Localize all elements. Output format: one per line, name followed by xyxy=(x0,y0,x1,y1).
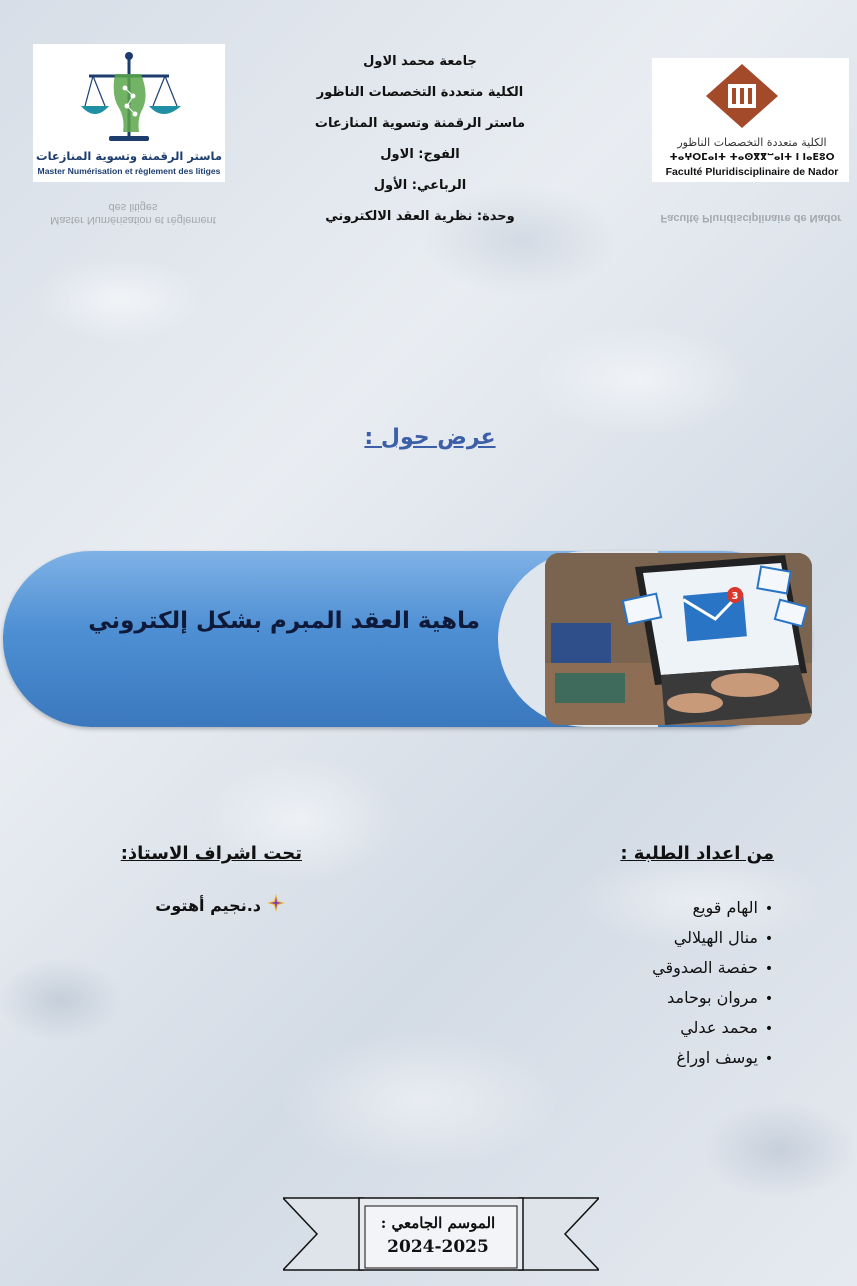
bullet-icon: • xyxy=(764,991,774,1007)
presentation-label: عرض حول : xyxy=(364,425,496,450)
header-master: ماستر الرقمنة وتسوية المنازعات xyxy=(314,116,526,131)
header-university: جامعة محمد الاول xyxy=(363,54,477,69)
four-point-star-icon xyxy=(267,893,285,920)
student-name: منال الهيلالي xyxy=(673,928,758,947)
master-program-logo: ماستر الرقمنة وتسوية المنازعات Master Nu… xyxy=(33,44,225,182)
logo-right-title-fr: Faculté Pluridisciplinaire de Nador xyxy=(666,166,839,178)
bullet-icon: • xyxy=(764,1051,774,1067)
list-item: • الهام قويع xyxy=(560,893,780,923)
list-item: • حفصة الصدوقي xyxy=(560,953,780,983)
students-list: • الهام قويع • منال الهيلالي • حفصة الصدوقي… xyxy=(560,893,780,1073)
laptop-icon: 3 xyxy=(545,553,812,725)
student-name: حفصة الصدوقي xyxy=(652,958,758,977)
student-name: يوسف اوراغ xyxy=(676,1048,758,1067)
email-laptop-photo: 3 xyxy=(545,553,812,725)
logo-left-title-ar: ماستر الرقمنة وتسوية المنازعات xyxy=(36,149,222,164)
bullet-icon: • xyxy=(764,1021,774,1037)
list-item: • منال الهيلالي xyxy=(560,923,780,953)
header-semester: الرباعي: الأول xyxy=(373,178,467,193)
faculty-emblem-icon: الكلية متعددة التخصصات الناظور ⵜⴰⵖⵔⵎⴰⵏⵜ … xyxy=(666,64,839,178)
season-years: 2024-2025 xyxy=(387,1237,489,1257)
logo-left-reflection-text: Master Numérisation et règlement des lit… xyxy=(50,201,216,226)
academic-season: الموسم الجامعي : 2024-2025 xyxy=(365,1206,511,1272)
logo-right-reflection-text: Faculté Pluridisciplinaire de Nador xyxy=(660,212,842,224)
supervisor-heading: تحت اشراف الاستاذ: xyxy=(120,843,302,864)
list-item: • محمد عدلي xyxy=(560,1013,780,1043)
supervisor-name: د.نجيم أهتوت xyxy=(155,896,261,915)
student-name: الهام قويع xyxy=(692,898,758,917)
supervisor-entry: د.نجيم أهتوت xyxy=(100,893,285,920)
logo-right-title-tifinagh: ⵜⴰⵖⵔⵎⴰⵏⵜ ⵜⴰⵙⴳⴳⵯⴰⵏⵜ ⵏ ⵏⴰⴹⵓⵔ xyxy=(669,152,834,163)
students-heading: من اعداد الطلبة : xyxy=(620,843,774,864)
header-faculty: الكلية متعددة التخصصات الناظور xyxy=(316,85,524,100)
notification-count: 3 xyxy=(732,591,739,602)
bullet-icon: • xyxy=(764,931,774,947)
bullet-icon: • xyxy=(764,901,774,917)
logo-right-reflection: Faculté Pluridisciplinaire de Nador xyxy=(656,196,846,224)
banner-title: ماهية العقد المبرم بشكل إلكتروني xyxy=(88,608,480,634)
header-cohort: الفوج: الاول xyxy=(380,147,460,162)
season-label: الموسم الجامعي : xyxy=(380,1214,496,1232)
bullet-icon: • xyxy=(764,961,774,977)
scales-of-justice-icon: ماستر الرقمنة وتسوية المنازعات Master Nu… xyxy=(36,52,222,176)
faculty-logo: الكلية متعددة التخصصات الناظور ⵜⴰⵖⵔⵎⴰⵏⵜ … xyxy=(652,58,849,182)
header-module: وحدة: نظرية العقد الالكتروني xyxy=(325,209,515,224)
list-item: • مروان بوحامد xyxy=(560,983,780,1013)
logo-left-reflection: Master Numérisation et règlement des lit… xyxy=(43,196,223,226)
document-header: جامعة محمد الاول الكلية متعددة التخصصات … xyxy=(300,46,540,232)
student-name: مروان بوحامد xyxy=(667,988,758,1007)
logo-right-title-ar: الكلية متعددة التخصصات الناظور xyxy=(676,136,826,149)
list-item: • يوسف اوراغ xyxy=(560,1043,780,1073)
student-name: محمد عدلي xyxy=(680,1018,758,1037)
logo-left-title-fr: Master Numérisation et règlement des lit… xyxy=(38,166,221,176)
